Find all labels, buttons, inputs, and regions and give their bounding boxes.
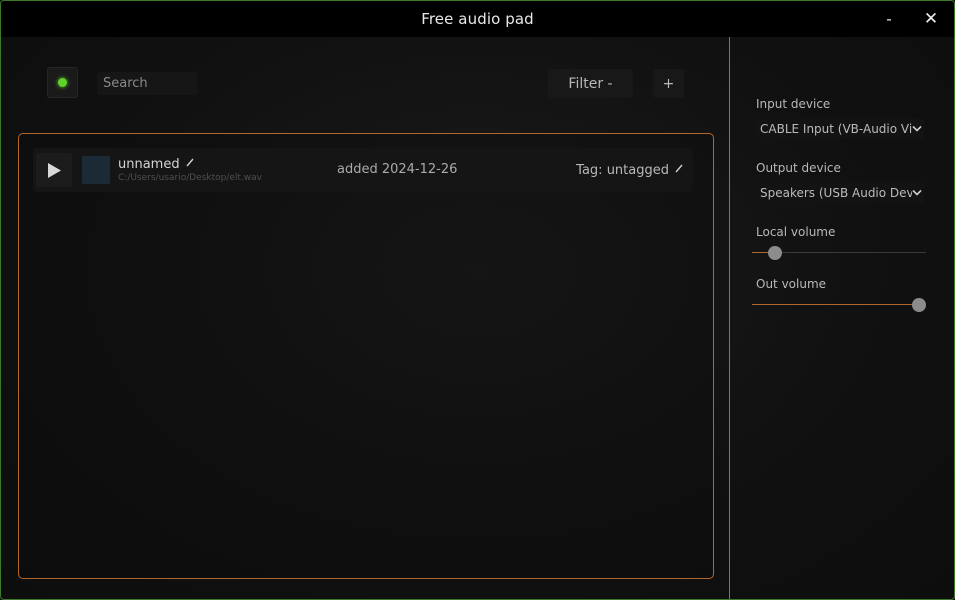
sound-tag: Tag: untagged [576,163,669,178]
out-volume-slider[interactable] [752,297,926,313]
input-device-label: Input device [756,97,831,111]
sound-list: unnamed C:/Users/usario/Desktop/elt.wav … [18,133,714,579]
close-button[interactable]: ✕ [916,1,946,37]
add-sound-button[interactable]: + [653,69,684,98]
sound-added-date: added 2024-12-26 [337,162,458,177]
sound-row[interactable]: unnamed C:/Users/usario/Desktop/elt.wav … [33,148,693,192]
sound-tag-wrap: Tag: untagged [576,162,683,178]
play-icon [47,162,61,178]
app-window: Free audio pad - ✕ Filter - + unnamed C:… [0,0,955,600]
settings-panel: Input device CABLE Input (VB-Audio Virtu… [729,37,954,599]
sound-path: C:/Users/usario/Desktop/elt.wav [118,173,263,183]
status-toggle-button[interactable] [47,67,78,98]
slider-fill [752,304,919,305]
edit-tag-icon[interactable] [675,162,683,177]
sound-thumbnail [82,156,110,184]
local-volume-slider[interactable] [752,245,926,261]
output-device-value: Speakers (USB Audio Device) [760,186,912,200]
input-device-select[interactable]: CABLE Input (VB-Audio Virtual Cable) [756,119,924,139]
minimize-button[interactable]: - [874,1,904,37]
chevron-down-icon [912,125,922,132]
sound-name-wrap: unnamed [118,156,194,172]
edit-name-icon[interactable] [186,156,194,171]
input-device-value: CABLE Input (VB-Audio Virtual Cable) [760,122,912,136]
sound-list-area: Filter - + unnamed C:/Users/usario/Deskt… [1,37,729,599]
output-device-select[interactable]: Speakers (USB Audio Device) [756,183,924,203]
output-device-label: Output device [756,161,841,175]
chevron-down-icon [912,189,922,196]
filter-button[interactable]: Filter - [548,69,633,98]
out-volume-label: Out volume [756,277,827,291]
slider-handle[interactable] [768,246,782,260]
sound-name: unnamed [118,157,180,172]
title-bar[interactable]: Free audio pad - ✕ [1,1,954,37]
local-volume-label: Local volume [756,225,836,239]
window-title: Free audio pad [421,10,534,28]
status-indicator-icon [58,78,67,87]
slider-handle[interactable] [912,298,926,312]
play-button[interactable] [36,153,72,187]
search-input[interactable] [97,72,197,95]
